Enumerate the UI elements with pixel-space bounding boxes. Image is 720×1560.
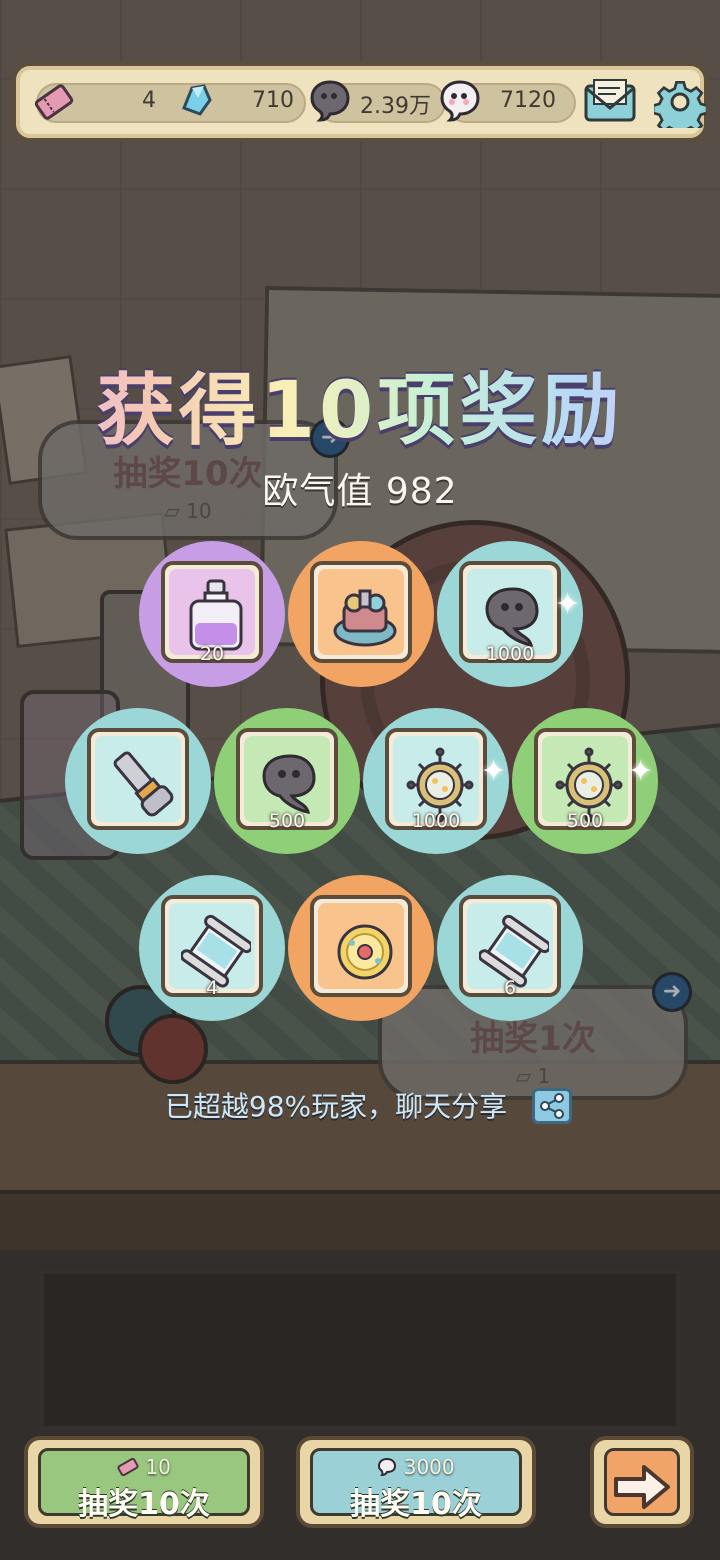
ticket-icon [117, 1457, 139, 1477]
draw10-ticket-cost-value: 10 [145, 1455, 171, 1479]
draw10-bubble-cost-value: 3000 [403, 1455, 455, 1479]
reward-card [310, 561, 412, 663]
sparkle-icon: ✦ [555, 587, 581, 622]
reward-item-dark-bubble[interactable]: ✦ 1000 [437, 541, 583, 687]
reward-item-virus-orb[interactable]: ✦ 1000 [363, 708, 509, 854]
reward-quantity: 500 [268, 810, 306, 832]
share-button[interactable] [532, 1088, 572, 1124]
next-button[interactable] [590, 1436, 694, 1528]
gold-coin-icon [337, 924, 393, 980]
dark-bubble-icon [310, 80, 350, 122]
ticket-icon [34, 84, 74, 120]
reward-item-machine-parts[interactable] [288, 541, 434, 687]
next-button-face [604, 1448, 680, 1516]
reward-card-inner [318, 569, 404, 655]
draw10-bubble-label: 抽奖10次 [350, 1487, 482, 1522]
ticket-count: 4 [142, 88, 156, 113]
share-icon [540, 1093, 564, 1119]
reward-quantity: 1000 [485, 643, 535, 665]
dark-bubble-count: 2.39万 [360, 94, 431, 119]
machine-parts-icon [333, 589, 397, 647]
reward-item-scroll[interactable]: 6 [437, 875, 583, 1021]
reward-item-scroll[interactable]: 4 [139, 875, 285, 1021]
draw10-ticket-button[interactable]: 10 抽奖10次 [24, 1436, 264, 1528]
crystal-icon [182, 84, 212, 116]
reward-quantity: 4 [205, 977, 219, 999]
reward-item-virus-orb[interactable]: ✦ 500 [512, 708, 658, 854]
white-bubble-icon [440, 80, 480, 122]
share-text[interactable]: 已超越98%玩家，聊天分享 [0, 1085, 720, 1125]
reward-item-mechanical-arm[interactable] [65, 708, 211, 854]
reward-item-dark-bubble[interactable]: 500 [214, 708, 360, 854]
draw10-ticket-label: 抽奖10次 [78, 1487, 210, 1522]
reward-card-inner [95, 736, 181, 822]
reward-quantity: 500 [566, 810, 604, 832]
draw10-bubble-button[interactable]: 3000 抽奖10次 [296, 1436, 536, 1528]
reward-card [310, 895, 412, 997]
reward-title: 获得10项奖励 [0, 348, 720, 460]
reward-card-inner [318, 903, 404, 989]
crystal-count: 710 [252, 88, 294, 113]
white-bubble-count: 7120 [500, 88, 556, 113]
white-bubble-icon [378, 1457, 397, 1477]
mail-icon[interactable] [582, 76, 638, 128]
reward-card [87, 728, 189, 830]
gear-icon[interactable] [654, 76, 706, 128]
reward-quantity: 20 [199, 643, 225, 665]
mechanical-arm-icon [113, 751, 174, 817]
draw10-bubble-button-face: 3000 抽奖10次 [310, 1448, 522, 1522]
currency-bar: 4 710 2.39万 7120 [12, 62, 708, 142]
sparkle-icon: ✦ [481, 754, 507, 789]
arrow-right-icon [614, 1465, 670, 1509]
sparkle-icon: ✦ [628, 754, 654, 789]
luck-value: 欧气值 982 [262, 471, 458, 512]
reward-item-gold-coin[interactable] [288, 875, 434, 1021]
draw10-bubble-cost: 3000 [313, 1455, 519, 1479]
draw10-ticket-cost: 10 [41, 1455, 247, 1479]
reward-item-potion[interactable]: 20 [139, 541, 285, 687]
draw10-ticket-button-face: 10 抽奖10次 [38, 1448, 250, 1522]
reward-quantity: 1000 [411, 810, 461, 832]
reward-quantity: 6 [503, 977, 517, 999]
